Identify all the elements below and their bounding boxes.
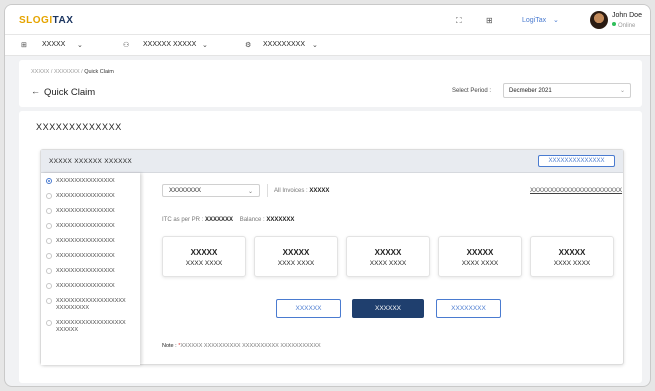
filter-dropdown[interactable]: XXXXXXXX ⌄ xyxy=(162,184,260,197)
expand-icon[interactable]: ⛶ xyxy=(456,16,462,26)
report-link[interactable]: XXXXXXXXXXXXXXXXXXXXXXX xyxy=(530,188,622,194)
tile-title: XXXXX xyxy=(282,248,310,257)
radio-label: XXXXXXXXXXXXXXXX xyxy=(56,238,115,244)
note: Note : *XXXXXX XXXXXXXXXX XXXXXXXXXX XXX… xyxy=(162,343,321,349)
tile-title: XXXXX xyxy=(190,248,218,257)
radio-icon[interactable] xyxy=(46,283,52,289)
card-title: XXXXX XXXXXX XXXXXX xyxy=(49,158,133,165)
chevron-down-icon[interactable]: ⌄ xyxy=(77,41,83,49)
filter-dropdown-value: XXXXXXXX xyxy=(169,188,202,194)
menu-bar: ⊞ XXXXX ⌄ ⚇ XXXXXX XXXXX ⌄ ⚙ XXXXXXXXX ⌄ xyxy=(5,35,650,56)
summary-tile[interactable]: XXXXX XXXX XXXX xyxy=(530,236,614,277)
chevron-down-icon: ⌄ xyxy=(619,88,625,94)
breadcrumb-current: Quick Claim xyxy=(84,69,114,75)
secondary-button-left[interactable]: XXXXXX xyxy=(276,299,341,318)
tile-title: XXXXX xyxy=(466,248,494,257)
online-status-dot xyxy=(612,22,616,26)
menu-item-1[interactable]: XXXXX xyxy=(42,41,65,48)
grid-icon: ⊞ xyxy=(21,42,27,49)
chevron-down-icon[interactable]: ⌄ xyxy=(312,41,318,49)
claim-card: XXXXX XXXXXX XXXXXX XXXXXXXXXXXXXX XXXXX… xyxy=(40,149,624,365)
period-value: Decmeber 2021 xyxy=(509,88,552,94)
radio-option-list: XXXXXXXXXXXXXXXX XXXXXXXXXXXXXXXX XXXXXX… xyxy=(41,173,140,365)
radio-icon[interactable] xyxy=(46,298,52,304)
breadcrumb-item[interactable]: XXXXX xyxy=(31,69,49,75)
app-window: SLOGITAX ⛶ ⊞ LogiTax ⌄ John Doe Online ⊞… xyxy=(4,4,651,387)
chevron-down-icon: ⌄ xyxy=(247,189,253,195)
page-header: XXXXX / XXXXXXX / Quick Claim ← Quick Cl… xyxy=(19,60,642,107)
radio-icon[interactable] xyxy=(46,268,52,274)
period-label: Select Period : xyxy=(452,88,492,94)
user-name[interactable]: John Doe xyxy=(612,12,642,19)
itc-label: ITC as per PR : xyxy=(162,217,204,223)
users-icon: ⚇ xyxy=(123,42,130,49)
page-title: Quick Claim xyxy=(44,87,96,98)
radio-label: XXXXXXXXXXXXXXXX xyxy=(56,223,115,229)
radio-label: XXXXXXXXXXXXXXXX xyxy=(56,268,115,274)
logo-suffix: TAX xyxy=(52,15,74,26)
summary-tile[interactable]: XXXXX XXXX XXXX xyxy=(254,236,338,277)
summary-tile[interactable]: XXXXX XXXX XXXX xyxy=(162,236,246,277)
radio-icon[interactable] xyxy=(46,208,52,214)
radio-selected-icon[interactable] xyxy=(46,178,52,184)
secondary-button-right[interactable]: XXXXXXXX xyxy=(436,299,501,318)
back-arrow-icon[interactable]: ← xyxy=(31,86,40,96)
breadcrumb-item[interactable]: XXXXXXX xyxy=(54,69,80,75)
itc-value: XXXXXXX xyxy=(205,217,234,223)
itc-summary: ITC as per PR : XXXXXXX Balance : XXXXXX… xyxy=(162,217,294,223)
balance-value: XXXXXXX xyxy=(266,217,295,223)
settings-icon: ⚙ xyxy=(245,42,252,49)
radio-icon[interactable] xyxy=(46,253,52,259)
user-status: Online xyxy=(612,22,635,29)
main-panel: XXXXXXXXXXXXX XXXXX XXXXXX XXXXXX XXXXXX… xyxy=(19,111,642,383)
radio-label: XXXXXXXXXXXXXXXX xyxy=(56,178,115,184)
tile-subtitle: XXXX XXXX xyxy=(553,260,591,267)
section-title: XXXXXXXXXXXXX xyxy=(36,122,122,132)
tile-title: XXXXX xyxy=(374,248,402,257)
radio-label: XXXXXXXXXXXXXXXXXXXXXXXXXXXX xyxy=(56,298,126,311)
radio-icon[interactable] xyxy=(46,238,52,244)
radio-icon[interactable] xyxy=(46,223,52,229)
menu-item-2[interactable]: XXXXXX XXXXX xyxy=(143,41,196,48)
chevron-down-icon[interactable]: ⌄ xyxy=(553,16,559,24)
primary-button[interactable]: XXXXXX xyxy=(352,299,424,318)
divider xyxy=(267,184,268,197)
chevron-down-icon[interactable]: ⌄ xyxy=(202,41,208,49)
summary-tile[interactable]: XXXXX XXXX XXXX xyxy=(346,236,430,277)
radio-icon[interactable] xyxy=(46,193,52,199)
radio-label: XXXXXXXXXXXXXXXXXXXXXXXXX xyxy=(56,320,126,333)
tile-subtitle: XXXX XXXX xyxy=(369,260,407,267)
radio-label: XXXXXXXXXXXXXXXX xyxy=(56,253,115,259)
logo-mid: LOGI xyxy=(26,15,53,26)
summary-tile[interactable]: XXXXX XXXX XXXX xyxy=(438,236,522,277)
tile-subtitle: XXXX XXXX xyxy=(277,260,315,267)
note-text: XXXXXX XXXXXXXXXX XXXXXXXXXX XXXXXXXXXXX xyxy=(180,343,321,349)
logitax-logo[interactable]: SLOGITAX xyxy=(19,15,73,26)
tile-subtitle: XXXX XXXX xyxy=(461,260,499,267)
card-header: XXXXX XXXXXX XXXXXX XXXXXXXXXXXXXX xyxy=(41,150,623,173)
period-select[interactable]: Decmeber 2021 ⌄ xyxy=(503,83,631,98)
grid-icon[interactable]: ⊞ xyxy=(486,16,493,25)
invoices-value: XXXXX xyxy=(309,188,330,194)
balance-label: Balance : xyxy=(239,217,265,223)
card-action-button[interactable]: XXXXXXXXXXXXXX xyxy=(538,155,615,167)
user-status-label: Online xyxy=(618,23,636,29)
tile-title: XXXXX xyxy=(558,248,586,257)
radio-icon[interactable] xyxy=(46,320,52,326)
avatar[interactable] xyxy=(590,11,608,29)
menu-item-3[interactable]: XXXXXXXXX xyxy=(263,41,305,48)
radio-label: XXXXXXXXXXXXXXXX xyxy=(56,208,115,214)
note-label: Note : xyxy=(162,343,177,349)
breadcrumb: XXXXX / XXXXXXX / Quick Claim xyxy=(31,69,114,75)
invoices-label: All Invoices : xyxy=(274,188,308,194)
radio-label: XXXXXXXXXXXXXXXX xyxy=(56,193,115,199)
radio-label: XXXXXXXXXXXXXXXX xyxy=(56,283,115,289)
invoices-summary: All Invoices : XXXXX xyxy=(274,188,329,194)
product-switcher-label[interactable]: LogiTax xyxy=(522,17,546,24)
tile-subtitle: XXXX XXXX xyxy=(185,260,223,267)
top-bar: SLOGITAX ⛶ ⊞ LogiTax ⌄ John Doe Online xyxy=(5,5,650,35)
